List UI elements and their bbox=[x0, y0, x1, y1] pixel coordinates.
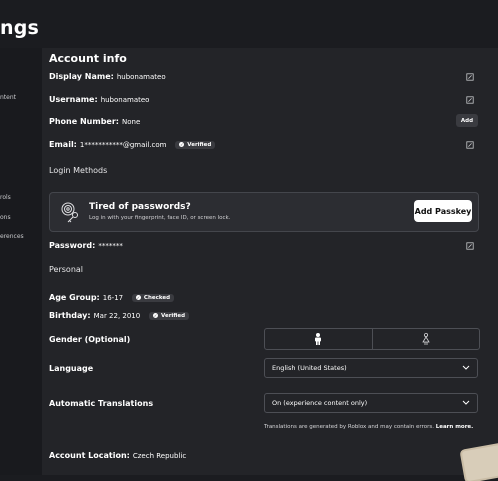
login-methods-heading: Login Methods bbox=[49, 166, 108, 175]
password-row: Password: ******* bbox=[49, 241, 123, 250]
username-label: Username: bbox=[49, 95, 98, 104]
phone-row: Phone Number: None bbox=[49, 117, 140, 126]
username-row: Username: hubonamateo bbox=[49, 95, 149, 104]
gender-option-male[interactable] bbox=[265, 329, 372, 349]
age-group-label: Age Group: bbox=[49, 293, 100, 302]
translations-selected: On (experience content only) bbox=[272, 399, 368, 407]
settings-sidebar: ntent rols ons erences bbox=[0, 48, 42, 475]
location-row: Account Location: Czech Republic bbox=[49, 451, 186, 460]
birthday-verified-badge: ✓ Verified bbox=[149, 311, 190, 320]
translations-note-text: Translations are generated by Roblox and… bbox=[264, 424, 434, 430]
edit-username-icon[interactable] bbox=[466, 96, 474, 104]
gender-label: Gender (Optional) bbox=[49, 335, 131, 344]
passkey-card: Tired of passwords? Log in with your fin… bbox=[49, 192, 479, 232]
female-figure-icon bbox=[422, 333, 430, 345]
passkey-subtitle: Log in with your fingerprint, face ID, o… bbox=[89, 215, 231, 221]
email-label: Email: bbox=[49, 140, 77, 149]
translations-label: Automatic Translations bbox=[49, 399, 154, 408]
gender-selector bbox=[264, 328, 480, 350]
personal-heading: Personal bbox=[49, 265, 84, 274]
birthday-badge-text: Verified bbox=[161, 312, 186, 319]
check-icon: ✓ bbox=[179, 142, 185, 147]
language-selected: English (United States) bbox=[272, 364, 347, 372]
corner-overlay-image bbox=[461, 444, 498, 481]
email-row: Email: 1***********@gmail.com ✓ Verified bbox=[49, 140, 216, 149]
phone-label: Phone Number: bbox=[49, 117, 119, 126]
language-dropdown[interactable]: English (United States) bbox=[264, 358, 478, 378]
account-info-heading: Account info bbox=[49, 52, 127, 65]
gender-option-female[interactable] bbox=[371, 329, 480, 349]
passkey-title: Tired of passwords? bbox=[89, 202, 191, 212]
learn-more-link[interactable]: Learn more. bbox=[436, 424, 474, 430]
language-label: Language bbox=[49, 364, 94, 373]
age-group-row: Age Group: 16-17 ✓ Checked bbox=[49, 293, 175, 302]
age-group-value: 16-17 bbox=[102, 294, 124, 302]
email-badge-text: Verified bbox=[187, 141, 212, 148]
username-value: hubonamateo bbox=[100, 96, 150, 104]
sidebar-item-content[interactable]: ntent bbox=[0, 94, 16, 101]
add-phone-button[interactable]: Add bbox=[456, 114, 478, 127]
translations-note: Translations are generated by Roblox and… bbox=[264, 423, 478, 431]
account-info-panel: Account info Display Name: hubonamateo Us… bbox=[42, 48, 498, 475]
chevron-down-icon bbox=[462, 365, 470, 370]
age-badge-text: Checked bbox=[143, 294, 171, 301]
male-figure-icon bbox=[315, 333, 322, 345]
edit-display-name-icon[interactable] bbox=[466, 73, 474, 81]
add-passkey-button[interactable]: Add Passkey bbox=[414, 200, 472, 222]
location-label: Account Location: bbox=[49, 451, 130, 460]
fingerprint-key-icon bbox=[61, 202, 78, 223]
edit-email-icon[interactable] bbox=[466, 141, 474, 149]
birthday-value: Mar 22, 2010 bbox=[93, 312, 141, 320]
chevron-down-icon bbox=[462, 400, 470, 405]
sidebar-item-controls[interactable]: rols bbox=[0, 194, 11, 201]
email-value: 1***********@gmail.com bbox=[79, 141, 167, 149]
birthday-label: Birthday: bbox=[49, 311, 91, 320]
phone-value: None bbox=[121, 118, 141, 126]
check-icon: ✓ bbox=[153, 313, 159, 318]
check-icon: ✓ bbox=[135, 295, 141, 300]
sidebar-item-preferences[interactable]: erences bbox=[0, 233, 24, 240]
edit-password-icon[interactable] bbox=[466, 242, 474, 250]
display-name-label: Display Name: bbox=[49, 72, 114, 81]
page-title: ngs bbox=[0, 17, 40, 39]
location-value: Czech Republic bbox=[132, 452, 187, 460]
password-label: Password: bbox=[49, 241, 96, 250]
display-name-row: Display Name: hubonamateo bbox=[49, 72, 166, 81]
translations-dropdown[interactable]: On (experience content only) bbox=[264, 393, 478, 413]
birthday-row: Birthday: Mar 22, 2010 ✓ Verified bbox=[49, 311, 190, 320]
password-value: ******* bbox=[98, 242, 123, 250]
email-verified-badge: ✓ Verified bbox=[175, 140, 216, 149]
age-checked-badge: ✓ Checked bbox=[131, 293, 175, 302]
sidebar-item-notifications[interactable]: ons bbox=[0, 214, 11, 221]
display-name-value: hubonamateo bbox=[116, 73, 166, 81]
